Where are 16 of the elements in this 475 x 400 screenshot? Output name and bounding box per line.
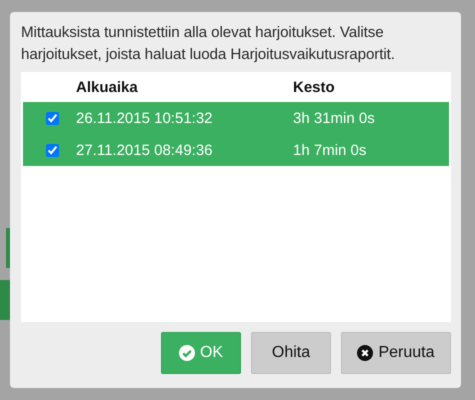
table-cell-text: 27.11.2015 08:49:36 bbox=[76, 142, 214, 158]
checkbox[interactable] bbox=[46, 144, 59, 156]
dialog-message: Mittauksista tunnistettiin alla olevat harjoitukset. Valitse harjoitukset, joista haluat luoda Harjoitusvaikutusraportit. bbox=[21, 23, 396, 65]
checkbox[interactable] bbox=[46, 112, 59, 124]
table-cell: 3h 31min 0s bbox=[293, 110, 375, 126]
check-circle-icon bbox=[178, 345, 195, 361]
close-circle-icon bbox=[357, 345, 374, 361]
table-cell-text: 26.11.2015 10:51:32 bbox=[76, 110, 214, 126]
table-row[interactable]: 27.11.2015 08:49:36 1h 7min 0s bbox=[23, 134, 449, 166]
ok-button[interactable]: OK bbox=[161, 332, 241, 374]
column-header: Alkuaika bbox=[76, 78, 139, 96]
column-header: Kesto bbox=[293, 78, 335, 96]
table-cell: 1h 7min 0s bbox=[293, 142, 366, 158]
cancel-button[interactable]: Peruuta bbox=[341, 332, 451, 374]
skip-button[interactable]: Ohita bbox=[251, 332, 331, 374]
table-row[interactable]: 26.11.2015 10:51:32 3h 31min 0s bbox=[23, 102, 449, 134]
